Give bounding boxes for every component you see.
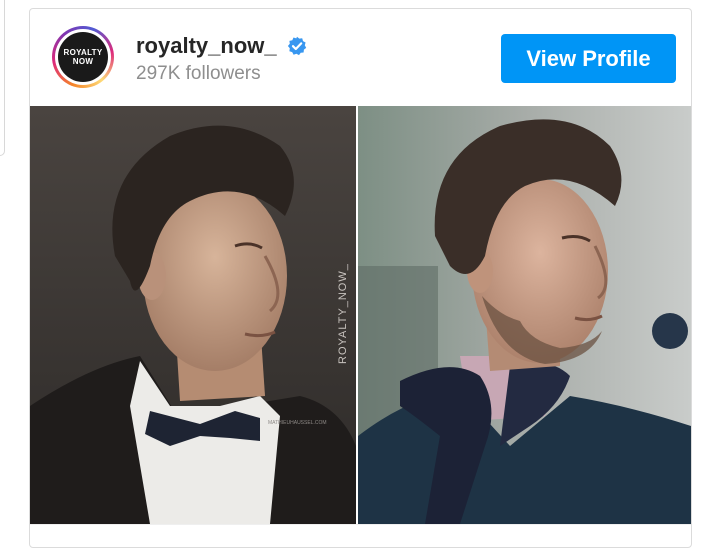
post-header: ROYALTY NOW royalty_now_ 297K followers … xyxy=(30,9,691,106)
avatar[interactable]: ROYALTY NOW xyxy=(58,32,108,82)
post-divider xyxy=(30,524,691,525)
left-portrait: ROYALTY_NOW_ MATHIEUHAUSSEL.COM xyxy=(30,106,356,524)
view-profile-button[interactable]: View Profile xyxy=(501,34,676,83)
right-portrait xyxy=(358,106,691,524)
post-image[interactable]: ROYALTY_NOW_ MATHIEUHAUSSEL.COM xyxy=(30,106,691,524)
signature-text: MATHIEUHAUSSEL.COM xyxy=(268,420,327,426)
instagram-post-card: ROYALTY NOW royalty_now_ 297K followers … xyxy=(29,8,692,548)
avatar-text-line2: NOW xyxy=(72,57,94,66)
username[interactable]: royalty_now_ xyxy=(136,33,277,59)
post-photo-illustration: ROYALTY_NOW_ MATHIEUHAUSSEL.COM xyxy=(30,106,691,524)
watermark-text: ROYALTY_NOW_ xyxy=(337,263,349,364)
story-ring[interactable]: ROYALTY NOW xyxy=(52,26,114,88)
verified-badge-icon xyxy=(287,36,307,56)
background-panel-edge xyxy=(0,0,5,156)
follower-count: 297K followers xyxy=(136,63,261,84)
avatar-text-line1: ROYALTY xyxy=(63,48,103,57)
